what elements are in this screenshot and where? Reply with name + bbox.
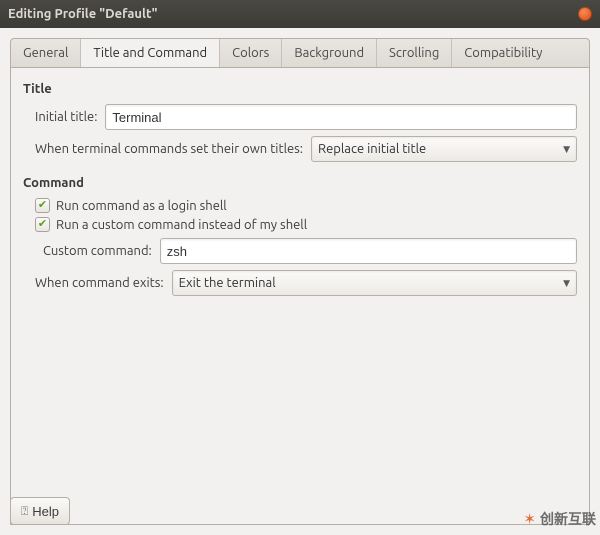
command-exit-row: When command exits: Exit the terminal ▼ xyxy=(35,270,577,296)
login-shell-label: Run command as a login shell xyxy=(56,199,227,213)
own-titles-label: When terminal commands set their own tit… xyxy=(35,142,303,156)
tab-scrolling[interactable]: Scrolling xyxy=(377,39,452,67)
own-titles-select[interactable]: Replace initial title ▼ xyxy=(311,136,577,162)
window-title: Editing Profile "Default" xyxy=(8,7,578,21)
login-shell-checkbox[interactable]: Run command as a login shell xyxy=(35,198,577,213)
initial-title-label: Initial title: xyxy=(35,110,97,124)
own-titles-selected: Replace initial title xyxy=(318,142,555,156)
custom-command-row: Custom command: xyxy=(35,238,577,264)
tab-content: Title Initial title: When terminal comma… xyxy=(10,68,590,525)
custom-command-checkbox-label: Run a custom command instead of my shell xyxy=(56,218,307,232)
custom-command-input[interactable] xyxy=(160,238,577,264)
tab-colors[interactable]: Colors xyxy=(220,39,282,67)
chevron-down-icon: ▼ xyxy=(563,278,570,289)
command-exit-selected: Exit the terminal xyxy=(179,276,555,290)
own-titles-row: When terminal commands set their own tit… xyxy=(35,136,577,162)
tab-compatibility[interactable]: Compatibility xyxy=(452,39,554,67)
title-section-heading: Title xyxy=(23,82,577,96)
custom-command-checkbox[interactable]: Run a custom command instead of my shell xyxy=(35,217,577,232)
help-button-label: Help xyxy=(32,504,59,519)
tab-background[interactable]: Background xyxy=(282,39,377,67)
title-section: Initial title: When terminal commands se… xyxy=(23,104,577,162)
custom-command-label: Custom command: xyxy=(43,244,152,258)
tab-general[interactable]: General xyxy=(11,39,81,67)
tabs-bar: General Title and Command Colors Backgro… xyxy=(10,38,590,68)
titlebar: Editing Profile "Default" xyxy=(0,0,600,28)
tab-title-and-command[interactable]: Title and Command xyxy=(81,39,220,68)
checkbox-icon xyxy=(35,198,50,213)
chevron-down-icon: ▼ xyxy=(563,144,570,155)
command-exit-select[interactable]: Exit the terminal ▼ xyxy=(172,270,577,296)
checkbox-icon xyxy=(35,217,50,232)
help-icon: ⍰ xyxy=(21,504,28,519)
command-section-heading: Command xyxy=(23,176,577,190)
command-section: Run command as a login shell Run a custo… xyxy=(23,198,577,296)
initial-title-input[interactable] xyxy=(105,104,577,130)
help-button[interactable]: ⍰ Help xyxy=(10,497,70,525)
window-body: General Title and Command Colors Backgro… xyxy=(0,28,600,535)
command-exit-label: When command exits: xyxy=(35,276,164,290)
close-icon[interactable] xyxy=(578,7,592,21)
initial-title-row: Initial title: xyxy=(35,104,577,130)
